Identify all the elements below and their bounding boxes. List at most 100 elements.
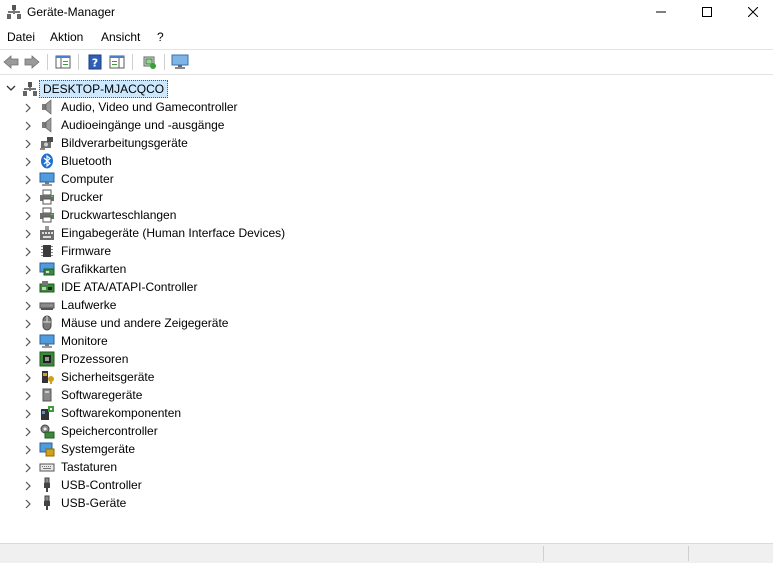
chevron-right-icon[interactable] <box>23 408 33 419</box>
tree-item[interactable]: USB-Controller <box>0 476 773 494</box>
chevron-right-icon[interactable] <box>23 228 33 239</box>
tree-item[interactable]: Computer <box>0 170 773 188</box>
tree-item-label[interactable]: Speichercontroller <box>61 424 158 438</box>
minimize-button[interactable] <box>638 0 684 24</box>
tree-item[interactable]: Firmware <box>0 242 773 260</box>
tree-root[interactable]: DESKTOP-MJACQCO <box>0 80 300 98</box>
tree-item[interactable]: Monitore <box>0 332 773 350</box>
menu-help[interactable]: ? <box>156 30 165 44</box>
chevron-right-icon[interactable] <box>23 336 33 347</box>
tree-item-label[interactable]: IDE ATA/ATAPI-Controller <box>61 280 197 294</box>
menu-datei[interactable]: Datei <box>6 30 36 44</box>
tree-item[interactable]: Audioeingänge und -ausgänge <box>0 116 773 134</box>
tree-item[interactable]: Mäuse und andere Zeigegeräte <box>0 314 773 332</box>
chevron-right-icon[interactable] <box>23 462 33 473</box>
storage-controller-icon <box>39 423 55 439</box>
tree-item[interactable]: Prozessoren <box>0 350 773 368</box>
toolbar-separator-line <box>0 74 773 75</box>
tree-item[interactable]: Audio, Video und Gamecontroller <box>0 98 773 116</box>
chevron-right-icon[interactable] <box>23 354 33 365</box>
tree-item[interactable]: Laufwerke <box>0 296 773 314</box>
device-tree: DESKTOP-MJACQCO Audio, Video und Gamecon… <box>0 78 773 538</box>
menu-aktion[interactable]: Aktion <box>49 30 84 44</box>
tree-item-label[interactable]: Bluetooth <box>61 154 112 168</box>
tree-root-label[interactable]: DESKTOP-MJACQCO <box>39 80 169 98</box>
menu-bar: Datei Aktion Ansicht ? <box>0 28 773 48</box>
usb-icon <box>39 495 55 511</box>
maximize-button[interactable] <box>684 0 730 24</box>
close-button[interactable] <box>730 0 773 24</box>
chevron-right-icon[interactable] <box>23 102 33 113</box>
chevron-right-icon[interactable] <box>23 156 33 167</box>
back-button[interactable] <box>2 53 20 71</box>
tree-item-label[interactable]: Mäuse und andere Zeigegeräte <box>61 316 228 330</box>
tree-item-label[interactable]: Laufwerke <box>61 298 116 312</box>
chevron-right-icon[interactable] <box>23 210 33 221</box>
tree-item-label[interactable]: Softwarekomponenten <box>61 406 181 420</box>
status-bar <box>0 543 773 563</box>
tree-item-label[interactable]: Monitore <box>61 334 108 348</box>
tree-item-label[interactable]: Bildverarbeitungsgeräte <box>61 136 188 150</box>
tree-item-label[interactable]: Sicherheitsgeräte <box>61 370 154 384</box>
tree-item[interactable]: Systemgeräte <box>0 440 773 458</box>
scan-hardware-button[interactable] <box>140 53 158 71</box>
tree-item[interactable]: Tastaturen <box>0 458 773 476</box>
tree-item-label[interactable]: Firmware <box>61 244 111 258</box>
chevron-right-icon[interactable] <box>23 246 33 257</box>
chevron-right-icon[interactable] <box>23 318 33 329</box>
tree-item[interactable]: Speichercontroller <box>0 422 773 440</box>
system-device-icon <box>39 441 55 457</box>
console-tree-button[interactable] <box>54 53 72 71</box>
tree-item-label[interactable]: Audioeingänge und -ausgänge <box>61 118 224 132</box>
show-hide-console-tree-icon <box>55 55 71 69</box>
chevron-right-icon[interactable] <box>23 300 33 311</box>
tree-item[interactable]: IDE ATA/ATAPI-Controller <box>0 278 773 296</box>
tree-item-label[interactable]: USB-Controller <box>61 478 142 492</box>
monitor-button[interactable] <box>171 53 189 71</box>
camera-icon <box>39 135 55 151</box>
tree-item-label[interactable]: Grafikkarten <box>61 262 126 276</box>
chevron-right-icon[interactable] <box>23 264 33 275</box>
help-icon: ? <box>88 54 102 70</box>
tree-item-label[interactable]: Druckwarteschlangen <box>61 208 176 222</box>
chevron-right-icon[interactable] <box>23 480 33 491</box>
window-title: Geräte-Manager <box>27 5 116 19</box>
tree-item-label[interactable]: Drucker <box>61 190 103 204</box>
tree-item[interactable]: Eingabegeräte (Human Interface Devices) <box>0 224 773 242</box>
chevron-right-icon[interactable] <box>23 192 33 203</box>
tree-item[interactable]: Drucker <box>0 188 773 206</box>
device-manager-app-icon <box>6 4 22 20</box>
speaker-icon <box>39 99 55 115</box>
chevron-right-icon[interactable] <box>23 498 33 509</box>
help-button[interactable]: ? <box>86 53 104 71</box>
chevron-right-icon[interactable] <box>23 120 33 131</box>
tree-item-label[interactable]: Eingabegeräte (Human Interface Devices) <box>61 226 285 240</box>
tree-item-label[interactable]: Prozessoren <box>61 352 128 366</box>
chevron-right-icon[interactable] <box>23 444 33 455</box>
properties-button[interactable] <box>108 53 126 71</box>
forward-button[interactable] <box>23 53 41 71</box>
tree-item[interactable]: Sicherheitsgeräte <box>0 368 773 386</box>
chevron-right-icon[interactable] <box>23 390 33 401</box>
chevron-right-icon[interactable] <box>23 372 33 383</box>
tree-item[interactable]: USB-Geräte <box>0 494 773 512</box>
title-bar: Geräte-Manager <box>0 0 773 24</box>
tree-item-label[interactable]: Computer <box>61 172 114 186</box>
tree-item[interactable]: Druckwarteschlangen <box>0 206 773 224</box>
chevron-right-icon[interactable] <box>23 426 33 437</box>
chevron-right-icon[interactable] <box>23 282 33 293</box>
chevron-right-icon[interactable] <box>23 138 33 149</box>
tree-item-label[interactable]: Audio, Video und Gamecontroller <box>61 100 238 114</box>
tree-item[interactable]: Bildverarbeitungsgeräte <box>0 134 773 152</box>
tree-item[interactable]: Bluetooth <box>0 152 773 170</box>
chevron-right-icon[interactable] <box>23 174 33 185</box>
menu-ansicht[interactable]: Ansicht <box>100 30 141 44</box>
tree-item[interactable]: Softwarekomponenten <box>0 404 773 422</box>
tree-item-label[interactable]: Softwaregeräte <box>61 388 142 402</box>
tree-item-label[interactable]: Tastaturen <box>61 460 117 474</box>
chevron-down-icon[interactable] <box>5 82 17 94</box>
tree-item[interactable]: Softwaregeräte <box>0 386 773 404</box>
tree-item-label[interactable]: Systemgeräte <box>61 442 135 456</box>
tree-item-label[interactable]: USB-Geräte <box>61 496 126 510</box>
tree-item[interactable]: Grafikkarten <box>0 260 773 278</box>
